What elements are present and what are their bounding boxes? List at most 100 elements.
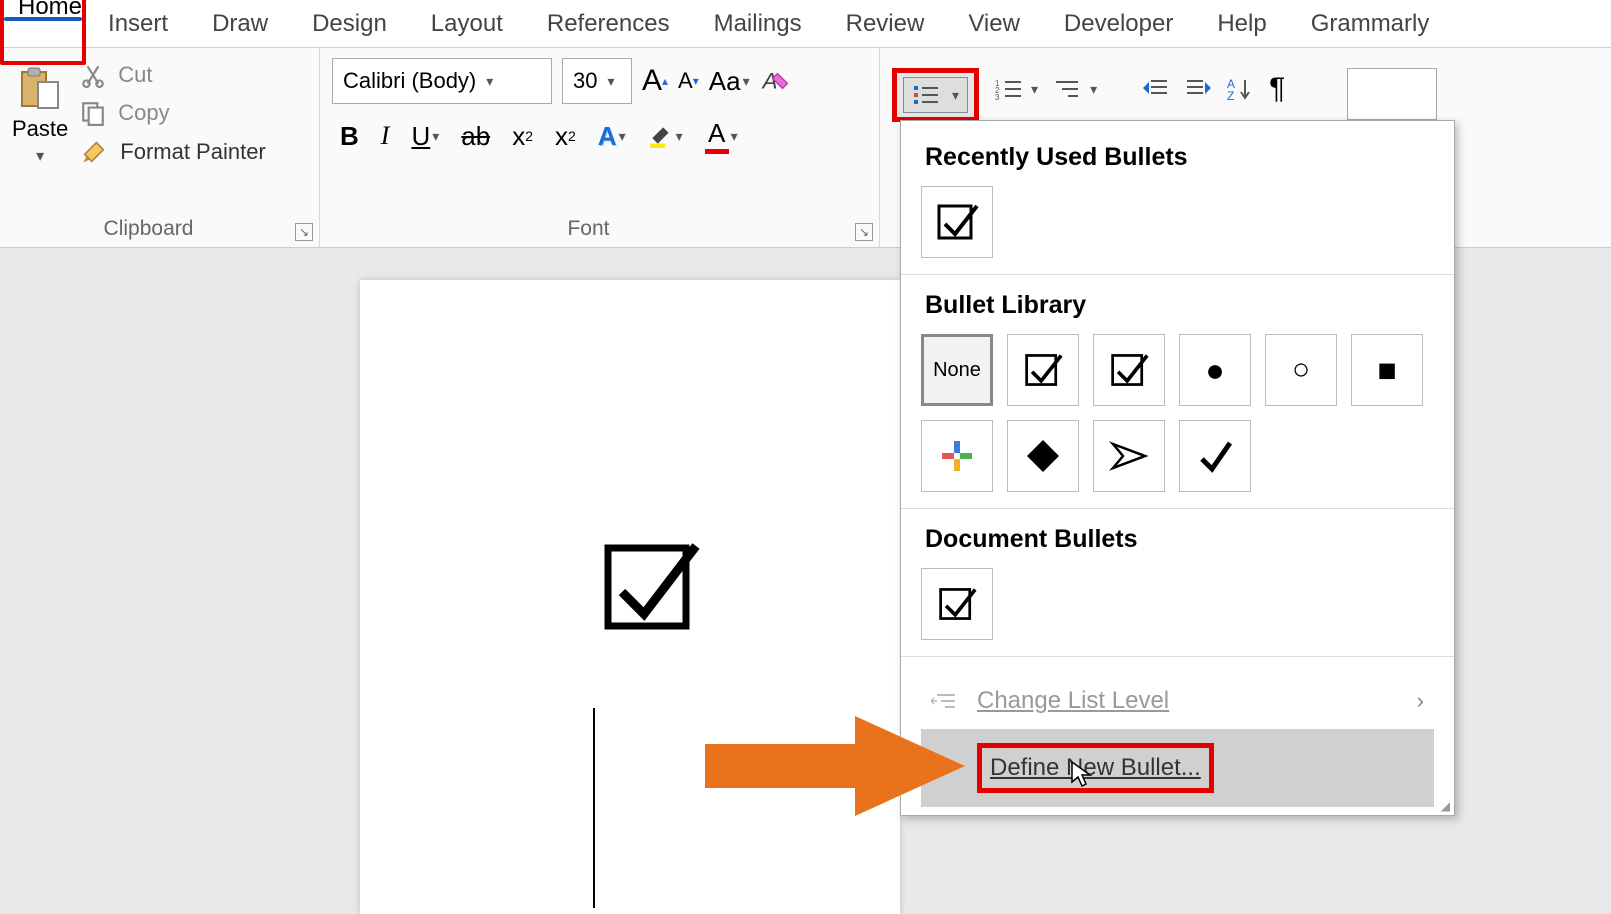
bullets-dropdown: Recently Used Bullets Bullet Library Non… bbox=[900, 120, 1455, 816]
strike-button[interactable]: ab bbox=[461, 121, 490, 152]
scissors-icon bbox=[80, 62, 106, 88]
tab-review[interactable]: Review bbox=[824, 0, 947, 48]
bullet-option-square[interactable]: ■ bbox=[1351, 334, 1423, 406]
cut-button[interactable]: Cut bbox=[80, 62, 266, 88]
bullet-option-check[interactable] bbox=[1179, 420, 1251, 492]
chevron-down-icon: ▾ bbox=[607, 73, 614, 90]
numbering-icon: 123 bbox=[995, 78, 1023, 100]
bullet-option-none[interactable]: None bbox=[921, 334, 993, 406]
checkbox-icon bbox=[935, 200, 979, 244]
document-page[interactable] bbox=[360, 280, 900, 914]
copy-label: Copy bbox=[118, 100, 169, 126]
square-icon: ■ bbox=[1377, 352, 1396, 389]
text-effects-button[interactable]: A▾ bbox=[598, 121, 626, 152]
underline-button[interactable]: U▾ bbox=[411, 121, 439, 152]
document-bullets-title: Document Bullets bbox=[925, 525, 1434, 554]
change-case-button[interactable]: Aa▾ bbox=[709, 66, 750, 97]
paste-label: Paste bbox=[12, 116, 68, 142]
grow-font-button[interactable]: A▴ bbox=[642, 64, 668, 98]
define-new-bullet-item[interactable]: Define New Bullet... bbox=[921, 729, 1434, 807]
format-painter-button[interactable]: Format Painter bbox=[80, 138, 266, 166]
chevron-down-icon: ▾ bbox=[1031, 81, 1038, 98]
bullet-option-arrowhead[interactable] bbox=[1093, 420, 1165, 492]
checkbox-icon bbox=[1109, 350, 1149, 390]
chevron-down-icon: ▾ bbox=[952, 87, 959, 104]
format-painter-label: Format Painter bbox=[120, 139, 266, 165]
decrease-indent-icon bbox=[1143, 78, 1169, 100]
list-level-icon bbox=[931, 691, 957, 711]
recent-bullets-grid bbox=[921, 186, 1434, 258]
cursor-icon bbox=[1070, 760, 1094, 788]
highlighter-icon bbox=[648, 123, 674, 149]
bold-button[interactable]: B bbox=[340, 121, 359, 152]
italic-button[interactable]: I bbox=[381, 121, 390, 151]
styles-preview[interactable] bbox=[1347, 68, 1437, 120]
bullet-library-title: Bullet Library bbox=[925, 291, 1434, 320]
tab-developer[interactable]: Developer bbox=[1042, 0, 1195, 48]
tab-insert[interactable]: Insert bbox=[86, 0, 190, 48]
clear-formatting-button[interactable]: A bbox=[760, 66, 790, 96]
tab-view[interactable]: View bbox=[946, 0, 1042, 48]
tab-home[interactable]: Home bbox=[4, 0, 82, 54]
multilevel-icon bbox=[1054, 78, 1082, 100]
increase-indent-button[interactable] bbox=[1185, 68, 1211, 110]
resize-grip-icon[interactable]: ◢ bbox=[1441, 799, 1450, 813]
bullet-library-grid: None ● ○ ■ bbox=[921, 334, 1434, 492]
font-launcher[interactable]: ↘ bbox=[855, 223, 873, 241]
highlight-button[interactable]: ▾ bbox=[648, 123, 683, 149]
sort-button[interactable]: AZ bbox=[1227, 68, 1253, 110]
bullet-option-checkbox[interactable] bbox=[921, 186, 993, 258]
checkmark-icon bbox=[1196, 437, 1234, 475]
clear-format-icon: A bbox=[760, 66, 790, 96]
bullets-icon bbox=[912, 84, 940, 106]
change-list-level-item: Change List Level › bbox=[921, 673, 1434, 729]
group-font: Calibri (Body)▾ 30 ▾ A▴ A▾ Aa▾ A B I bbox=[320, 48, 880, 247]
font-size-combo[interactable]: 30 ▾ bbox=[562, 58, 632, 104]
show-marks-button[interactable]: ¶ bbox=[1269, 68, 1285, 110]
paste-dropdown-icon[interactable]: ▾ bbox=[36, 146, 44, 166]
annotation-arrow bbox=[705, 716, 965, 816]
ribbon-tabs: Home Insert Draw Design Layout Reference… bbox=[0, 0, 1611, 48]
bullet-option-circle[interactable]: ○ bbox=[1265, 334, 1337, 406]
svg-text:3: 3 bbox=[995, 93, 1000, 100]
bullets-button[interactable]: ▾ bbox=[903, 77, 968, 113]
tab-mailings[interactable]: Mailings bbox=[692, 0, 824, 48]
checkbox-bullet-glyph bbox=[600, 536, 700, 636]
bullet-option-checkbox-doc[interactable] bbox=[921, 568, 993, 640]
chevron-down-icon: ▾ bbox=[1090, 81, 1097, 98]
superscript-button[interactable]: x2 bbox=[555, 121, 576, 152]
clipboard-group-label: Clipboard bbox=[0, 217, 297, 241]
bullet-option-checkbox1[interactable] bbox=[1007, 334, 1079, 406]
cut-label: Cut bbox=[118, 62, 152, 88]
shrink-font-button[interactable]: A▾ bbox=[678, 68, 699, 94]
decrease-indent-button[interactable] bbox=[1143, 68, 1169, 110]
highlight-bullets-button: ▾ bbox=[892, 68, 979, 122]
font-group-label: Font bbox=[320, 217, 857, 241]
circle-icon: ○ bbox=[1292, 353, 1310, 387]
bullet-option-plus[interactable] bbox=[921, 420, 993, 492]
clipboard-launcher[interactable]: ↘ bbox=[295, 223, 313, 241]
tab-grammarly[interactable]: Grammarly bbox=[1289, 0, 1452, 48]
bullet-option-disc[interactable]: ● bbox=[1179, 334, 1251, 406]
subscript-button[interactable]: x2 bbox=[512, 121, 533, 152]
tab-help[interactable]: Help bbox=[1195, 0, 1288, 48]
tab-references[interactable]: References bbox=[525, 0, 692, 48]
font-color-button[interactable]: A▾ bbox=[705, 118, 738, 154]
text-cursor bbox=[593, 708, 595, 908]
disc-icon: ● bbox=[1205, 352, 1224, 389]
paste-button[interactable]: Paste ▾ bbox=[12, 58, 68, 166]
tab-layout[interactable]: Layout bbox=[409, 0, 525, 48]
bullet-option-diamond4[interactable] bbox=[1007, 420, 1079, 492]
none-label: None bbox=[933, 359, 981, 382]
tab-draw[interactable]: Draw bbox=[190, 0, 290, 48]
bullet-option-checkbox2[interactable] bbox=[1093, 334, 1165, 406]
numbering-button[interactable]: 123 ▾ bbox=[995, 68, 1038, 110]
font-name-combo[interactable]: Calibri (Body)▾ bbox=[332, 58, 552, 104]
copy-icon bbox=[80, 100, 106, 126]
font-size-value: 30 bbox=[573, 68, 597, 94]
copy-button[interactable]: Copy bbox=[80, 100, 266, 126]
checkbox-icon bbox=[937, 584, 977, 624]
multilevel-button[interactable]: ▾ bbox=[1054, 68, 1097, 110]
document-bullets-grid bbox=[921, 568, 1434, 640]
tab-design[interactable]: Design bbox=[290, 0, 409, 48]
